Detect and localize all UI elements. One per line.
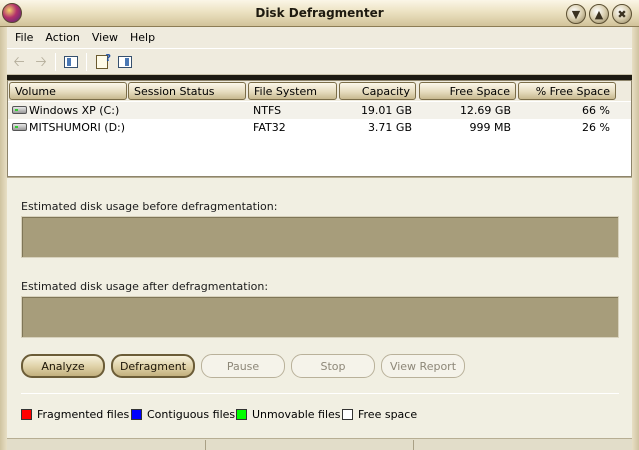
after-usage-label: Estimated disk usage after defragmentati… bbox=[21, 280, 269, 293]
legend-fragmented-label: Fragmented files bbox=[37, 408, 130, 421]
back-button[interactable]: 🡠 bbox=[10, 54, 28, 70]
minimize-button[interactable]: ▼ bbox=[566, 4, 586, 24]
hard-drive-icon bbox=[12, 123, 27, 131]
capacity: 3.71 GB bbox=[367, 121, 412, 134]
volume-name: Windows XP (C:) bbox=[29, 104, 120, 117]
menu-file[interactable]: File bbox=[9, 31, 39, 44]
show-hide-console-tree-button[interactable] bbox=[62, 54, 80, 70]
column-header-volume[interactable]: Volume bbox=[9, 82, 127, 100]
before-usage-display bbox=[21, 216, 619, 258]
menu-help[interactable]: Help bbox=[124, 31, 161, 44]
status-bar-divider bbox=[205, 440, 206, 450]
unmovable-swatch bbox=[236, 409, 247, 420]
show-hide-action-pane-icon bbox=[118, 56, 132, 68]
legend-free-space: Free space bbox=[342, 408, 417, 421]
panel-separator bbox=[21, 393, 619, 394]
menu-action[interactable]: Action bbox=[39, 31, 85, 44]
toolbar-separator bbox=[55, 53, 56, 71]
free-space-swatch bbox=[342, 409, 353, 420]
forward-icon: 🡢 bbox=[35, 54, 47, 70]
show-hide-action-pane-button[interactable] bbox=[116, 54, 134, 70]
window-frame-right bbox=[632, 27, 639, 450]
minimize-icon: ▼ bbox=[571, 7, 581, 21]
menu-bar: File Action View Help bbox=[7, 27, 632, 48]
legend-unmovable: Unmovable files bbox=[236, 408, 341, 421]
defragment-button[interactable]: Defragment bbox=[111, 354, 195, 378]
column-header-percent-free-space[interactable]: % Free Space bbox=[518, 82, 616, 100]
volume-row[interactable]: Windows XP (C:) NTFS 19.01 GB 12.69 GB 6… bbox=[8, 102, 631, 119]
contiguous-swatch bbox=[131, 409, 142, 420]
show-hide-console-tree-icon bbox=[64, 56, 78, 68]
file-system: FAT32 bbox=[253, 121, 286, 134]
close-button[interactable]: ✖ bbox=[612, 4, 632, 24]
legend-fragmented: Fragmented files bbox=[21, 408, 129, 421]
legend-free-space-label: Free space bbox=[358, 408, 418, 421]
column-header-capacity[interactable]: Capacity bbox=[339, 82, 416, 100]
stop-button[interactable]: Stop bbox=[291, 354, 375, 378]
volume-row[interactable]: MITSHUMORI (D:) FAT32 3.71 GB 999 MB 26 … bbox=[8, 119, 631, 136]
free-space: 12.69 GB bbox=[459, 104, 511, 117]
close-icon: ✖ bbox=[617, 7, 627, 21]
volume-name: MITSHUMORI (D:) bbox=[29, 121, 126, 134]
toolbar: 🡠 🡢 bbox=[7, 48, 632, 75]
percent-free-space: 66 % bbox=[582, 104, 610, 117]
maximize-icon: ▲ bbox=[594, 7, 604, 21]
maximize-button[interactable]: ▲ bbox=[589, 4, 609, 24]
pause-button[interactable]: Pause bbox=[201, 354, 285, 378]
fragmented-swatch bbox=[21, 409, 32, 420]
volume-list-header: Volume Session Status File System Capaci… bbox=[8, 81, 631, 101]
properties-help-icon bbox=[96, 54, 111, 69]
before-usage-label: Estimated disk usage before defragmentat… bbox=[21, 200, 278, 213]
volume-list[interactable]: Volume Session Status File System Capaci… bbox=[7, 80, 632, 177]
properties-help-button[interactable] bbox=[93, 54, 111, 70]
title-bar[interactable]: Disk Defragmenter ▼ ▲ ✖ bbox=[0, 0, 639, 27]
back-icon: 🡠 bbox=[13, 54, 25, 70]
hard-drive-icon bbox=[12, 106, 27, 114]
view-report-button[interactable]: View Report bbox=[381, 354, 465, 378]
forward-button[interactable]: 🡢 bbox=[32, 54, 50, 70]
menu-view[interactable]: View bbox=[86, 31, 124, 44]
column-header-session-status[interactable]: Session Status bbox=[128, 82, 246, 100]
toolbar-separator bbox=[86, 53, 87, 71]
window-title: Disk Defragmenter bbox=[255, 6, 384, 20]
percent-free-space: 26 % bbox=[582, 121, 610, 134]
free-space: 999 MB bbox=[469, 121, 511, 134]
capacity: 19.01 GB bbox=[360, 104, 412, 117]
status-bar-divider bbox=[413, 440, 414, 450]
after-usage-display bbox=[21, 296, 619, 338]
legend-contiguous: Contiguous files bbox=[131, 408, 235, 421]
file-system: NTFS bbox=[253, 104, 282, 117]
window-frame-left bbox=[0, 27, 7, 450]
column-header-free-space[interactable]: Free Space bbox=[419, 82, 516, 100]
legend-unmovable-label: Unmovable files bbox=[252, 408, 341, 421]
analyze-button[interactable]: Analyze bbox=[21, 354, 105, 378]
status-bar bbox=[7, 438, 632, 450]
column-header-file-system[interactable]: File System bbox=[248, 82, 337, 100]
legend-contiguous-label: Contiguous files bbox=[147, 408, 236, 421]
defrag-panel: Estimated disk usage before defragmentat… bbox=[7, 177, 632, 438]
